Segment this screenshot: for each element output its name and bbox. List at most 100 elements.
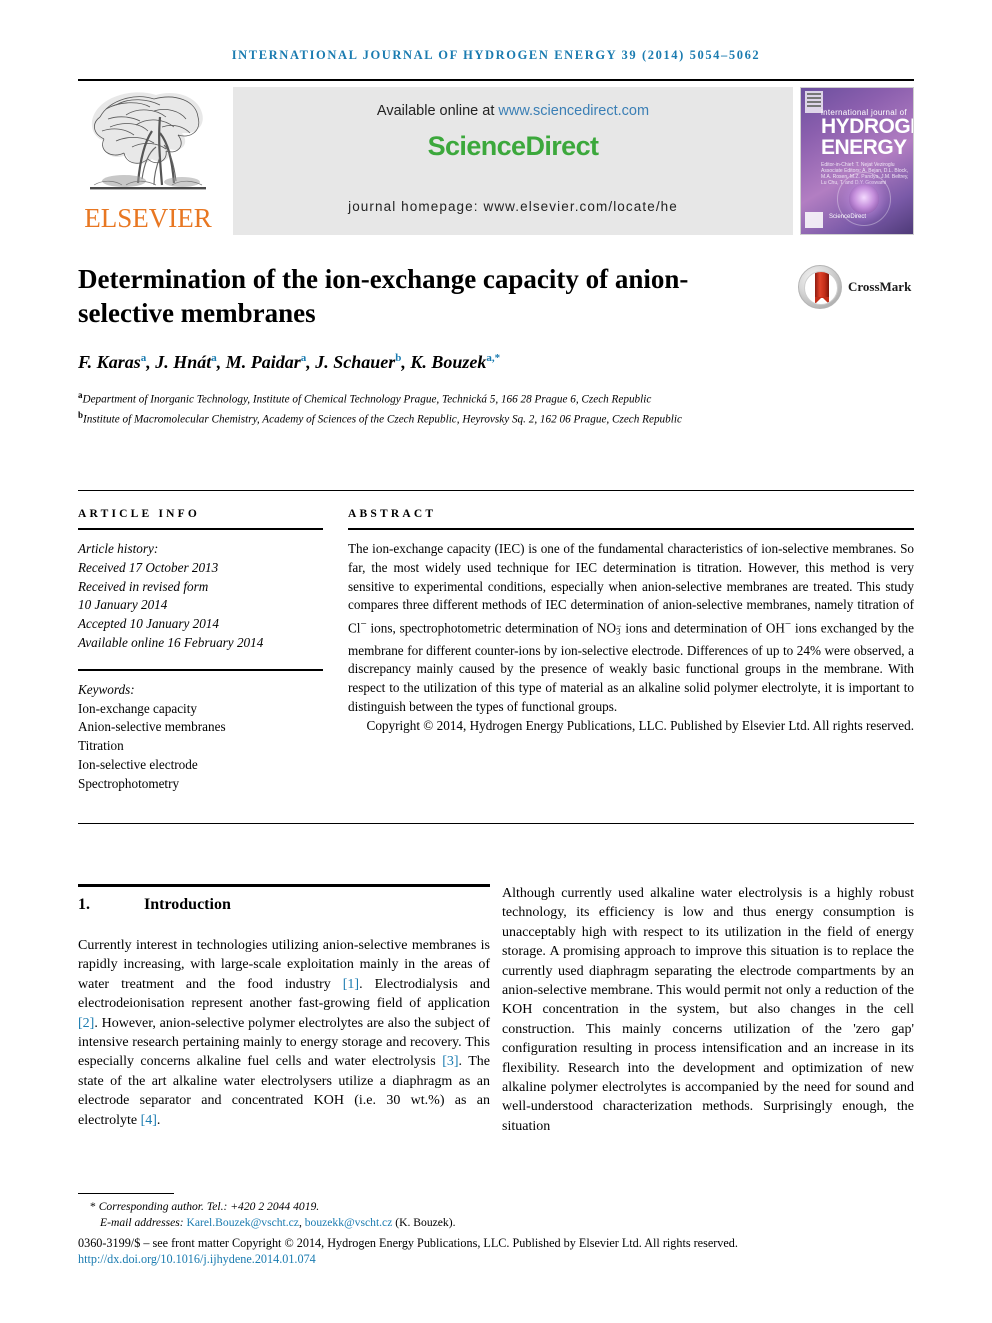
article-info-rule — [78, 528, 323, 530]
abstract-body: The ion-exchange capacity (IEC) is one o… — [348, 540, 914, 736]
affiliation-text: Department of Inorganic Technology, Inst… — [82, 393, 652, 406]
author-name: J. Schauer — [315, 352, 396, 372]
author-name: K. Bouzek — [410, 352, 487, 372]
section-title: Introduction — [144, 896, 231, 913]
author-item: F. Karasa — [78, 352, 146, 372]
journal-article-page: INTERNATIONAL JOURNAL OF HYDROGEN ENERGY… — [0, 0, 992, 1323]
author-name: J. Hnát — [155, 352, 212, 372]
affiliation-item: bInstitute of Macromolecular Chemistry, … — [78, 408, 778, 428]
author-separator: , — [306, 352, 316, 372]
corresponding-author-text: Corresponding author. Tel.: +420 2 2044 … — [98, 1200, 320, 1213]
crossmark-ribbon-icon — [815, 272, 829, 304]
author-name: F. Karas — [78, 352, 141, 372]
keywords-rule — [78, 668, 323, 671]
keyword-item: Ion-exchange capacity — [78, 700, 197, 716]
intro-paragraph-right: Although currently used alkaline water e… — [502, 886, 914, 1134]
sciencedirect-wordmark: ScienceDirect — [427, 131, 599, 161]
info-section-top-rule — [78, 490, 914, 491]
abstract-heading: ABSTRACT — [348, 508, 437, 520]
article-history-item: 10 January 2014 — [78, 597, 168, 613]
citation-ref-2[interactable]: [2] — [78, 1016, 94, 1031]
crossmark-icon-inner — [804, 271, 838, 305]
body-left-column: 1. Introduction Currently interest in tec… — [78, 884, 490, 1130]
elsevier-wordmark: ELSEVIER — [84, 203, 212, 233]
journal-banner: ELSEVIER Available online at www.science… — [78, 85, 914, 237]
author-separator: , — [216, 352, 226, 372]
abstract-part-2: ions, spectrophotometric determination o… — [366, 620, 617, 636]
keyword-item: Spectrophotometry — [78, 775, 180, 791]
body-right-column: Although currently used alkaline water e… — [502, 884, 914, 1136]
article-history-item: Available online 16 February 2014 — [78, 634, 264, 650]
doi-link[interactable]: http://dx.doi.org/10.1016/j.ijhydene.201… — [78, 1252, 316, 1266]
email-suffix: (K. Bouzek). — [392, 1216, 456, 1229]
corresponding-author-line: * Corresponding author. Tel.: +420 2 204… — [78, 1199, 914, 1215]
crossmark-badge[interactable]: CrossMark — [798, 265, 918, 311]
article-history-item: Received 17 October 2013 — [78, 559, 219, 575]
author-list: F. Karasa, J. Hnáta, M. Paidara, J. Scha… — [78, 352, 778, 373]
citation-ref-3[interactable]: [3] — [442, 1054, 458, 1069]
citation-ref-4[interactable]: [4] — [141, 1113, 157, 1128]
sciencedirect-link[interactable]: www.sciencedirect.com — [498, 103, 649, 119]
crossmark-label: CrossMark — [848, 279, 912, 294]
email-link-primary[interactable]: Karel.Bouzek@vscht.cz — [187, 1216, 299, 1229]
available-online-text: Available online at — [376, 103, 499, 119]
author-item: K. Bouzeka,* — [410, 352, 500, 372]
article-history-label: Article history: — [78, 541, 159, 556]
keywords-label: Keywords: — [78, 681, 135, 697]
intro-text-5: . — [156, 1112, 161, 1128]
sciencedirect-box: Available online at www.sciencedirect.co… — [233, 87, 793, 235]
elsevier-tree-icon — [90, 92, 206, 190]
section-heading-rule — [78, 884, 490, 887]
cover-title-line1: HYDROGEN — [821, 115, 913, 138]
article-history-item: Received in revised form — [78, 578, 209, 594]
email-line: E-mail addresses: Karel.Bouzek@vscht.cz,… — [78, 1215, 914, 1231]
journal-cover-image: international journal of HYDROGEN ENERGY… — [800, 87, 914, 235]
affiliation-text: Institute of Macromolecular Chemistry, A… — [83, 414, 682, 427]
running-head: INTERNATIONAL JOURNAL OF HYDROGEN ENERGY… — [231, 48, 761, 62]
article-history-block: Article history: Received 17 October 201… — [78, 540, 323, 653]
crossmark-icon — [798, 265, 842, 309]
email-label: E-mail addresses: — [100, 1216, 184, 1229]
available-online-line: Available online at www.sciencedirect.co… — [233, 103, 793, 119]
author-name: M. Paidar — [225, 352, 301, 372]
doi-line[interactable]: http://dx.doi.org/10.1016/j.ijhydene.201… — [78, 1251, 914, 1267]
abstract-column: ABSTRACT The ion-exchange capacity (IEC)… — [348, 508, 914, 736]
author-separator: , — [146, 352, 156, 372]
article-info-column: ARTICLE INFO Article history: Received 1… — [78, 508, 323, 794]
cover-footer: ScienceDirect — [805, 212, 911, 230]
elsevier-logo: ELSEVIER — [78, 85, 223, 237]
article-history-item: Accepted 10 January 2014 — [78, 616, 219, 632]
header-rule — [78, 79, 914, 81]
issn-copyright-line: 0360-3199/$ – see front matter Copyright… — [78, 1236, 738, 1250]
intro-text-3: . However, anion-selective polymer elect… — [78, 1015, 490, 1070]
abstract-bottom-rule — [78, 823, 914, 824]
author-item: J. Hnáta — [155, 352, 217, 372]
cover-title-line2: ENERGY — [821, 136, 907, 159]
cover-sciencedirect-label: ScienceDirect — [829, 214, 867, 220]
abstract-copyright: Copyright © 2014, Hydrogen Energy Public… — [366, 717, 914, 733]
section-number: 1. — [78, 896, 90, 913]
keyword-item: Anion-selective membranes — [78, 719, 226, 735]
cover-publisher-mark-icon — [805, 212, 823, 228]
intro-paragraph-left: Currently interest in technologies utili… — [78, 936, 490, 1130]
keywords-block: Keywords: Ion-exchange capacity Anion-se… — [78, 681, 323, 794]
abstract-rule — [348, 528, 914, 530]
citation-ref-1[interactable]: [1] — [343, 977, 359, 992]
corresponding-marker: * — [90, 1200, 96, 1213]
abstract-part-3: ions and determination of OH — [621, 620, 785, 636]
page-footer: * Corresponding author. Tel.: +420 2 204… — [78, 1199, 914, 1267]
abstract-paragraph: The ion-exchange capacity (IEC) is one o… — [348, 540, 914, 717]
section-heading: 1. Introduction — [78, 896, 490, 914]
cover-orb-decoration — [849, 184, 879, 214]
email-link-secondary[interactable]: bouzekk@vscht.cz — [305, 1216, 393, 1229]
footnote-rule — [78, 1193, 174, 1194]
author-affiliation-mark: a,* — [486, 352, 501, 364]
keyword-item: Titration — [78, 738, 124, 754]
affiliation-list: aDepartment of Inorganic Technology, Ins… — [78, 388, 778, 429]
affiliation-item: aDepartment of Inorganic Technology, Ins… — [78, 388, 778, 408]
journal-homepage-line[interactable]: journal homepage: www.elsevier.com/locat… — [233, 199, 793, 214]
author-item: M. Paidara — [226, 352, 307, 372]
keyword-item: Ion-selective electrode — [78, 756, 198, 772]
article-info-heading: ARTICLE INFO — [78, 508, 201, 520]
author-item: J. Schauerb — [315, 352, 401, 372]
